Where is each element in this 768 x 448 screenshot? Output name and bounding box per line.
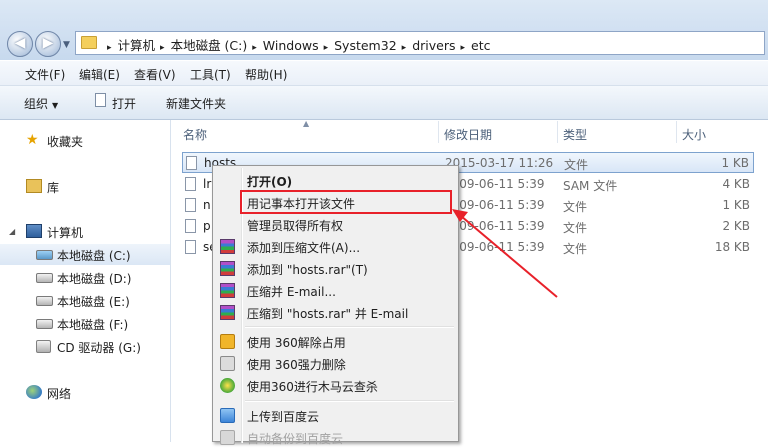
annotation-arrow-line [460,215,558,298]
annotation-arrow-overlay [452,209,558,298]
